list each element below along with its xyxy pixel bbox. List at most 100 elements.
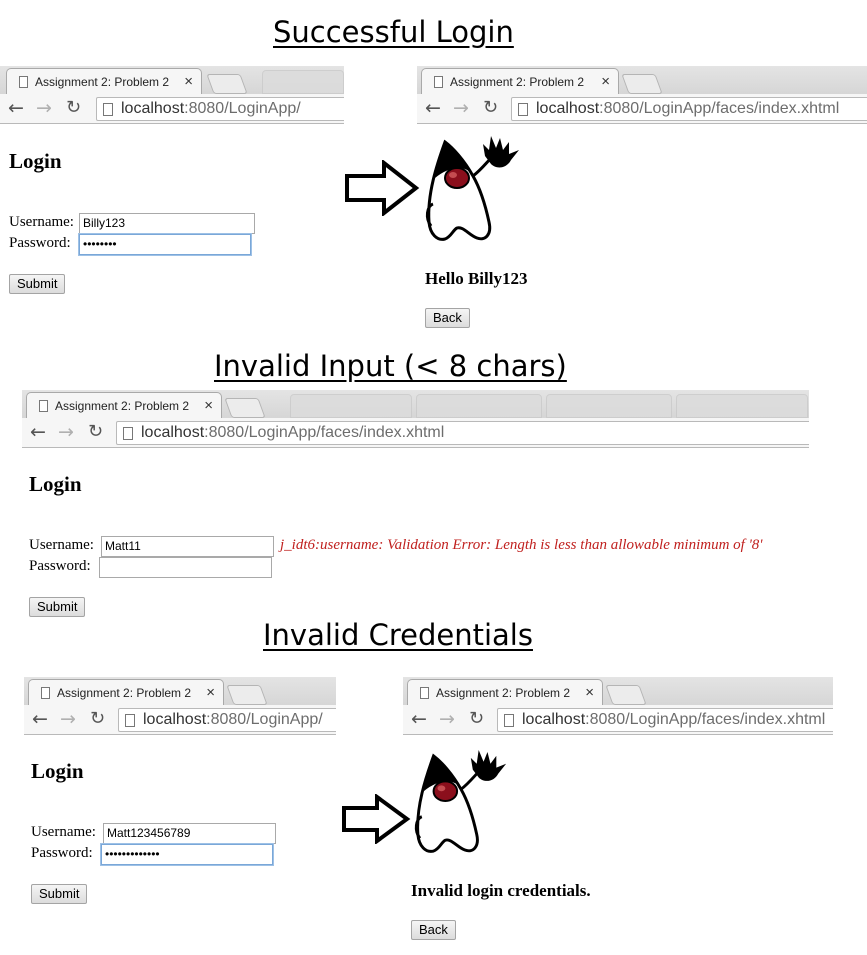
browser-window: Assignment 2: Problem 2 × ← → ↻ localhos… xyxy=(403,677,833,739)
arrow-right-icon xyxy=(345,160,420,216)
address-bar[interactable]: localhost:8080/LoginApp/ xyxy=(118,708,336,732)
username-field[interactable]: Matt123456789 xyxy=(103,823,276,844)
tab-title: Assignment 2: Problem 2 xyxy=(55,398,190,413)
url-host: localhost xyxy=(141,424,205,441)
arrow-right-icon[interactable]: → xyxy=(453,98,469,118)
browser-toolbar: ← → ↻ localhost:8080/LoginApp/faces/inde… xyxy=(417,94,867,124)
section-heading-invalid-input: Invalid Input (< 8 chars) xyxy=(214,349,567,383)
reload-icon[interactable]: ↻ xyxy=(483,98,498,118)
page-icon xyxy=(125,713,135,727)
background-tab[interactable] xyxy=(416,394,542,418)
duke-mascot xyxy=(425,136,519,241)
browser-tab[interactable]: Assignment 2: Problem 2 × xyxy=(26,392,222,418)
arrow-right-icon[interactable]: → xyxy=(36,98,52,118)
url-path: :8080/LoginApp/ xyxy=(206,711,323,728)
page-icon xyxy=(123,426,133,440)
close-icon[interactable]: × xyxy=(204,397,213,414)
browser-tab[interactable]: Assignment 2: Problem 2 × xyxy=(421,68,619,94)
browser-toolbar: ← → ↻ localhost:8080/LoginApp/faces/inde… xyxy=(403,705,833,735)
page-icon xyxy=(39,399,48,412)
tab-strip: Assignment 2: Problem 2 × xyxy=(22,390,809,418)
background-tab[interactable] xyxy=(290,394,412,418)
browser-tab[interactable]: Assignment 2: Problem 2 × xyxy=(407,679,603,705)
arrow-right-icon xyxy=(342,794,411,844)
browser-window: Assignment 2: Problem 2 × ← → ↻ localhos… xyxy=(417,66,867,128)
arrow-left-icon[interactable]: ← xyxy=(8,98,24,118)
tab-strip: Assignment 2: Problem 2 × xyxy=(403,677,833,705)
reload-icon[interactable]: ↻ xyxy=(469,709,484,729)
submit-button[interactable]: Submit xyxy=(31,884,88,904)
result-message: Hello Billy123 xyxy=(425,269,528,288)
submit-button[interactable]: Submit xyxy=(9,274,66,294)
page-icon xyxy=(434,75,443,88)
password-field[interactable]: •••••••• xyxy=(79,234,251,255)
address-bar[interactable]: localhost:8080/LoginApp/ xyxy=(96,97,344,121)
login-heading: Login xyxy=(9,149,62,173)
arrow-left-icon[interactable]: ← xyxy=(32,709,48,729)
arrow-left-icon[interactable]: ← xyxy=(30,422,46,442)
new-tab-button[interactable] xyxy=(226,685,268,705)
background-tab[interactable] xyxy=(546,394,672,418)
tab-strip: Assignment 2: Problem 2 × xyxy=(0,66,344,94)
close-icon[interactable]: × xyxy=(206,684,215,701)
username-field[interactable]: Billy123 xyxy=(79,213,255,234)
tab-title: Assignment 2: Problem 2 xyxy=(57,685,192,700)
reload-icon[interactable]: ↻ xyxy=(66,98,81,118)
url-path: :8080/LoginApp/ xyxy=(184,100,301,117)
url-path: :8080/LoginApp/faces/index.xhtml xyxy=(204,424,445,441)
new-tab-button[interactable] xyxy=(224,398,266,418)
page-icon xyxy=(103,102,113,116)
section-heading-successful-login: Successful Login xyxy=(273,15,514,49)
new-tab-button[interactable] xyxy=(605,685,647,705)
arrow-right-icon[interactable]: → xyxy=(58,422,74,442)
close-icon[interactable]: × xyxy=(184,73,193,90)
password-label: Password: xyxy=(29,558,91,574)
address-bar[interactable]: localhost:8080/LoginApp/faces/index.xhtm… xyxy=(497,708,833,732)
page-icon xyxy=(19,75,28,88)
close-icon[interactable]: × xyxy=(585,684,594,701)
close-icon[interactable]: × xyxy=(601,73,610,90)
browser-tab[interactable]: Assignment 2: Problem 2 × xyxy=(28,679,224,705)
address-bar[interactable]: localhost:8080/LoginApp/faces/index.xhtm… xyxy=(116,421,809,445)
back-button[interactable]: Back xyxy=(411,920,456,940)
url-host: localhost xyxy=(143,711,207,728)
duke-mascot xyxy=(414,750,507,853)
background-tab[interactable] xyxy=(676,394,808,418)
password-label: Password: xyxy=(9,235,71,251)
reload-icon[interactable]: ↻ xyxy=(90,709,105,729)
browser-window: Assignment 2: Problem 2 × ← → ↻ localhos… xyxy=(0,66,344,128)
browser-window: Assignment 2: Problem 2 × ← → ↻ localhos… xyxy=(24,677,336,739)
url-host: localhost xyxy=(121,100,185,117)
browser-toolbar: ← → ↻ localhost:8080/LoginApp/ xyxy=(24,705,336,735)
browser-toolbar: ← → ↻ localhost:8080/LoginApp/ xyxy=(0,94,344,124)
section-heading-invalid-credentials: Invalid Credentials xyxy=(263,618,533,652)
browser-tab[interactable]: Assignment 2: Problem 2 × xyxy=(6,68,202,94)
arrow-right-icon[interactable]: → xyxy=(60,709,76,729)
login-heading: Login xyxy=(29,472,82,496)
page-icon xyxy=(504,713,514,727)
arrow-right-icon[interactable]: → xyxy=(439,709,455,729)
back-button[interactable]: Back xyxy=(425,308,470,328)
username-label: Username: xyxy=(31,824,96,840)
username-field[interactable]: Matt11 xyxy=(101,536,274,557)
reload-icon[interactable]: ↻ xyxy=(88,422,103,442)
submit-button[interactable]: Submit xyxy=(29,597,86,617)
arrow-left-icon[interactable]: ← xyxy=(411,709,427,729)
new-tab-button[interactable] xyxy=(206,74,248,94)
password-field[interactable] xyxy=(99,557,272,578)
new-tab-button[interactable] xyxy=(621,74,663,94)
validation-error-message: j_idt6:username: Validation Error: Lengt… xyxy=(280,537,763,553)
url-host: localhost xyxy=(536,100,600,117)
url-path: :8080/LoginApp/faces/index.xhtml xyxy=(585,711,826,728)
password-field[interactable]: ••••••••••••• xyxy=(101,844,273,865)
arrow-left-icon[interactable]: ← xyxy=(425,98,441,118)
tab-title: Assignment 2: Problem 2 xyxy=(436,685,571,700)
tab-strip: Assignment 2: Problem 2 × xyxy=(24,677,336,705)
tab-title: Assignment 2: Problem 2 xyxy=(35,74,170,89)
address-bar[interactable]: localhost:8080/LoginApp/faces/index.xhtm… xyxy=(511,97,867,121)
background-tab[interactable] xyxy=(262,70,344,94)
page-icon xyxy=(518,102,528,116)
page-icon xyxy=(41,686,50,699)
url-host: localhost xyxy=(522,711,586,728)
username-label: Username: xyxy=(29,537,94,553)
